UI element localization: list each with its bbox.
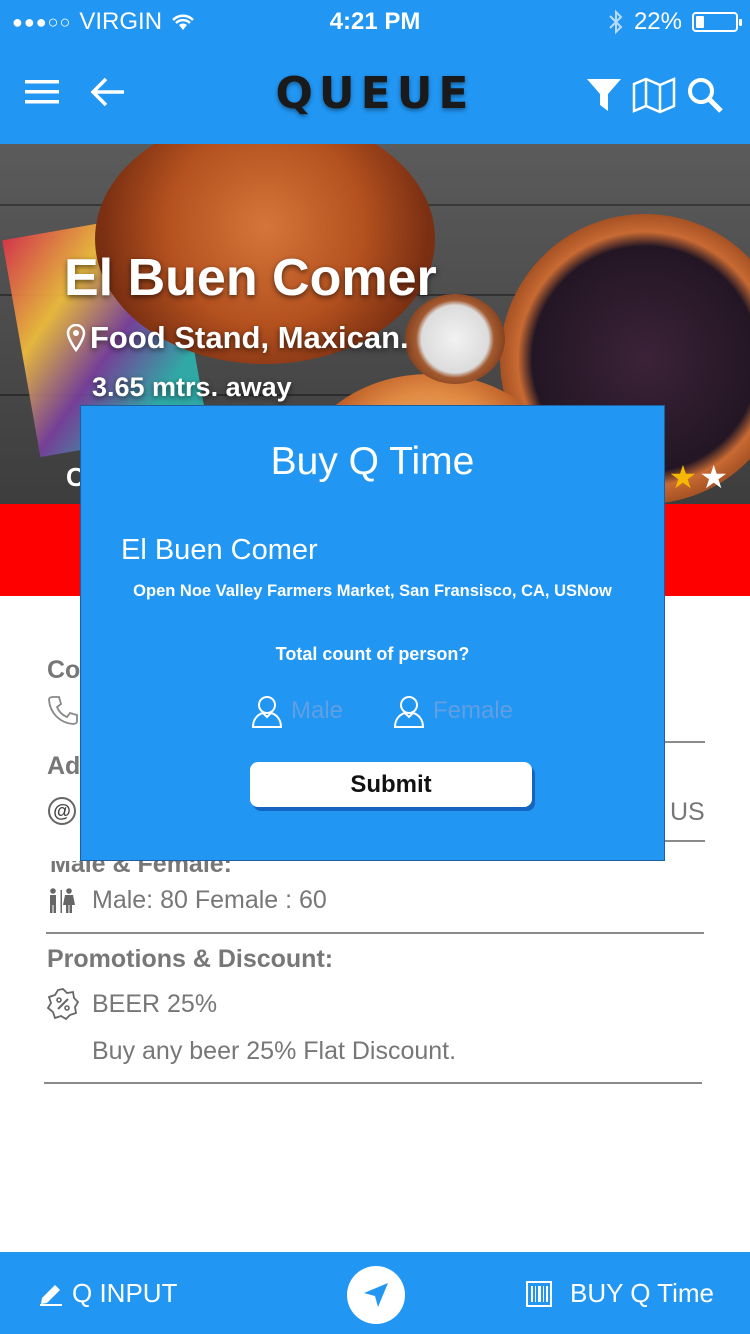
person-icon: [393, 696, 425, 728]
restaurant-category: Food Stand, Maxican.: [66, 320, 409, 356]
search-icon[interactable]: [686, 76, 724, 114]
pencil-icon: [40, 1284, 62, 1306]
promo-title: BEER 25%: [92, 990, 218, 1018]
female-count-input[interactable]: [433, 697, 553, 725]
promo-description: Buy any beer 25% Flat Discount.: [92, 1037, 457, 1065]
battery-icon: [692, 12, 742, 32]
bluetooth-icon: [609, 9, 623, 35]
star-empty-icon: ★: [699, 459, 730, 495]
divider: [44, 1082, 702, 1084]
at-sign-icon: @: [48, 797, 76, 825]
restaurant-title: El Buen Comer: [64, 249, 437, 307]
star-filled-icon: ★: [668, 459, 700, 495]
q-input-button[interactable]: Q INPUT: [38, 1278, 177, 1309]
barcode-icon: [525, 1280, 552, 1307]
person-icon: [251, 696, 283, 728]
restaurant-category-text: Food Stand, Maxican.: [90, 320, 409, 355]
male-count-field[interactable]: [251, 694, 411, 728]
address-value: US: [670, 798, 705, 826]
dialog-question: Total count of person?: [275, 644, 470, 664]
restaurant-distance: 3.65 mtrs. away: [92, 372, 292, 402]
svg-text:@: @: [53, 801, 71, 821]
map-icon[interactable]: [632, 76, 676, 114]
dialog-address: Open Noe Valley Farmers Market, San Fran…: [133, 582, 612, 600]
dialog-title: Buy Q Time: [270, 440, 475, 483]
navigation-arrow-icon: [364, 1283, 388, 1307]
navigate-button[interactable]: [347, 1266, 405, 1324]
divider: [665, 840, 705, 842]
address-label: Ad: [47, 752, 81, 780]
battery-fill: [696, 16, 704, 28]
discount-badge-icon: [47, 988, 79, 1020]
male-female-icon: [50, 888, 75, 913]
filter-icon[interactable]: [586, 78, 622, 112]
phone-icon[interactable]: [47, 694, 79, 726]
promotions-label: Promotions & Discount:: [47, 945, 334, 973]
bottom-bar: Q INPUT BUY Q Time: [0, 1252, 750, 1334]
submit-button[interactable]: Submit: [250, 762, 532, 807]
divider: [665, 741, 705, 743]
status-bar: ●●●○○ VIRGIN 4:21 PM 22%: [0, 0, 750, 44]
buy-q-time-label: BUY Q Time: [569, 1278, 714, 1308]
battery-percent: 22%: [633, 8, 682, 35]
rating-stars: ★★: [669, 458, 730, 496]
buy-q-time-dialog: Buy Q Time El Buen Comer Open Noe Valley…: [80, 405, 665, 861]
buy-q-time-button[interactable]: BUY Q Time: [525, 1278, 714, 1309]
dialog-restaurant-name: El Buen Comer: [121, 534, 318, 566]
divider: [46, 932, 704, 934]
nav-bar: QUEUE: [0, 44, 750, 144]
status-right: 22%: [608, 8, 742, 36]
q-input-label: Q INPUT: [72, 1278, 178, 1308]
location-pin-icon: [66, 324, 86, 352]
contact-label: Co: [47, 656, 81, 684]
gender-value: Male: 80 Female : 60: [92, 886, 327, 914]
female-count-field[interactable]: [393, 694, 553, 728]
